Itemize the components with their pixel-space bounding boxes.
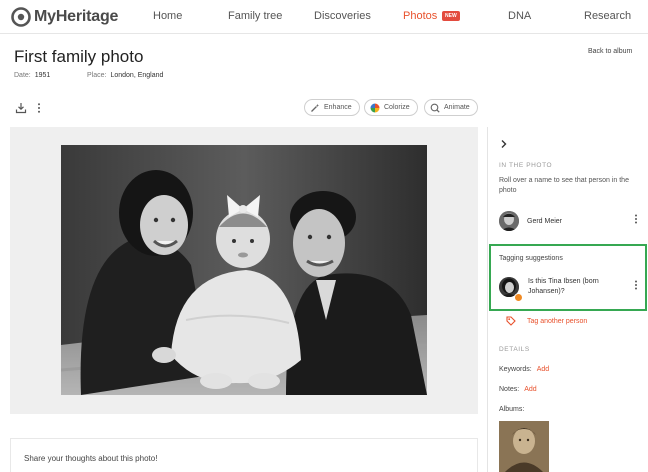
download-icon[interactable] (15, 101, 27, 114)
more-vertical-icon[interactable] (33, 101, 45, 113)
top-navigation: MyHeritage Home Family tree Discoveries … (0, 0, 648, 34)
album-thumbnail[interactable] (499, 421, 549, 472)
photo-date: Date: 1951 (14, 72, 50, 79)
add-notes-link[interactable]: Add (524, 386, 536, 393)
tag-another-label: Tag another person (527, 317, 588, 325)
keywords-label: Keywords: (499, 366, 532, 373)
in-the-photo-heading: IN THE PHOTO (499, 162, 553, 169)
person-name[interactable]: Gerd Meier (527, 218, 562, 225)
back-to-album-link[interactable]: Back to album (588, 48, 632, 55)
family-photo[interactable] (61, 145, 427, 395)
brand-name: MyHeritage (34, 8, 119, 25)
myheritage-logo[interactable]: MyHeritage (11, 7, 118, 27)
tagged-person[interactable]: Gerd Meier (499, 211, 562, 231)
in-the-photo-hint: Roll over a name to see that person in t… (499, 177, 629, 194)
enhance-label: Enhance (324, 104, 352, 111)
notes-label: Notes: (499, 386, 520, 393)
place-value: London, England (110, 72, 164, 79)
albums-label: Albums: (499, 406, 525, 413)
suggestion-text[interactable]: Is this Tina Ibsen (born Johansen)? (528, 277, 633, 297)
details-heading: DETAILS (499, 346, 530, 353)
colorize-button[interactable]: Colorize (364, 99, 418, 116)
keywords-row: Keywords: Add (499, 366, 549, 373)
sidebar-divider (487, 127, 488, 472)
nav-home[interactable]: Home (153, 10, 182, 22)
photo-place: Place: London, England (87, 72, 163, 79)
date-label: Date: (14, 72, 31, 79)
animate-button[interactable]: Animate (424, 99, 478, 116)
nav-photos[interactable]: Photos (403, 10, 437, 22)
colorize-label: Colorize (384, 104, 410, 111)
more-vertical-icon[interactable] (634, 280, 638, 293)
comment-placeholder[interactable]: Share your thoughts about this photo! (24, 454, 157, 463)
animate-face-icon (430, 103, 440, 113)
add-keywords-link[interactable]: Add (537, 366, 549, 373)
nav-discoveries[interactable]: Discoveries (314, 10, 371, 22)
new-badge: NEW (442, 11, 460, 21)
enhance-button[interactable]: Enhance (304, 99, 360, 116)
page-title: First family photo (14, 47, 144, 66)
suggestion-badge-icon (514, 293, 523, 302)
tagging-suggestions-title: Tagging suggestions (499, 255, 563, 262)
date-value: 1951 (34, 72, 51, 79)
avatar (499, 211, 519, 231)
tag-another-person-button[interactable]: Tag another person (506, 316, 587, 326)
logo-icon (11, 7, 31, 27)
nav-family-tree[interactable]: Family tree (228, 10, 282, 22)
nav-dna[interactable]: DNA (508, 10, 531, 22)
nav-research[interactable]: Research (584, 10, 631, 22)
animate-label: Animate (444, 104, 470, 111)
tag-icon (506, 316, 516, 326)
notes-row: Notes: Add (499, 386, 537, 393)
place-label: Place: (87, 72, 107, 79)
chevron-right-icon[interactable] (500, 139, 508, 152)
magic-wand-icon (310, 103, 320, 113)
photo-viewer (10, 127, 478, 414)
color-wheel-icon (370, 103, 380, 113)
albums-row: Albums: (499, 406, 524, 413)
more-vertical-icon[interactable] (634, 214, 638, 227)
